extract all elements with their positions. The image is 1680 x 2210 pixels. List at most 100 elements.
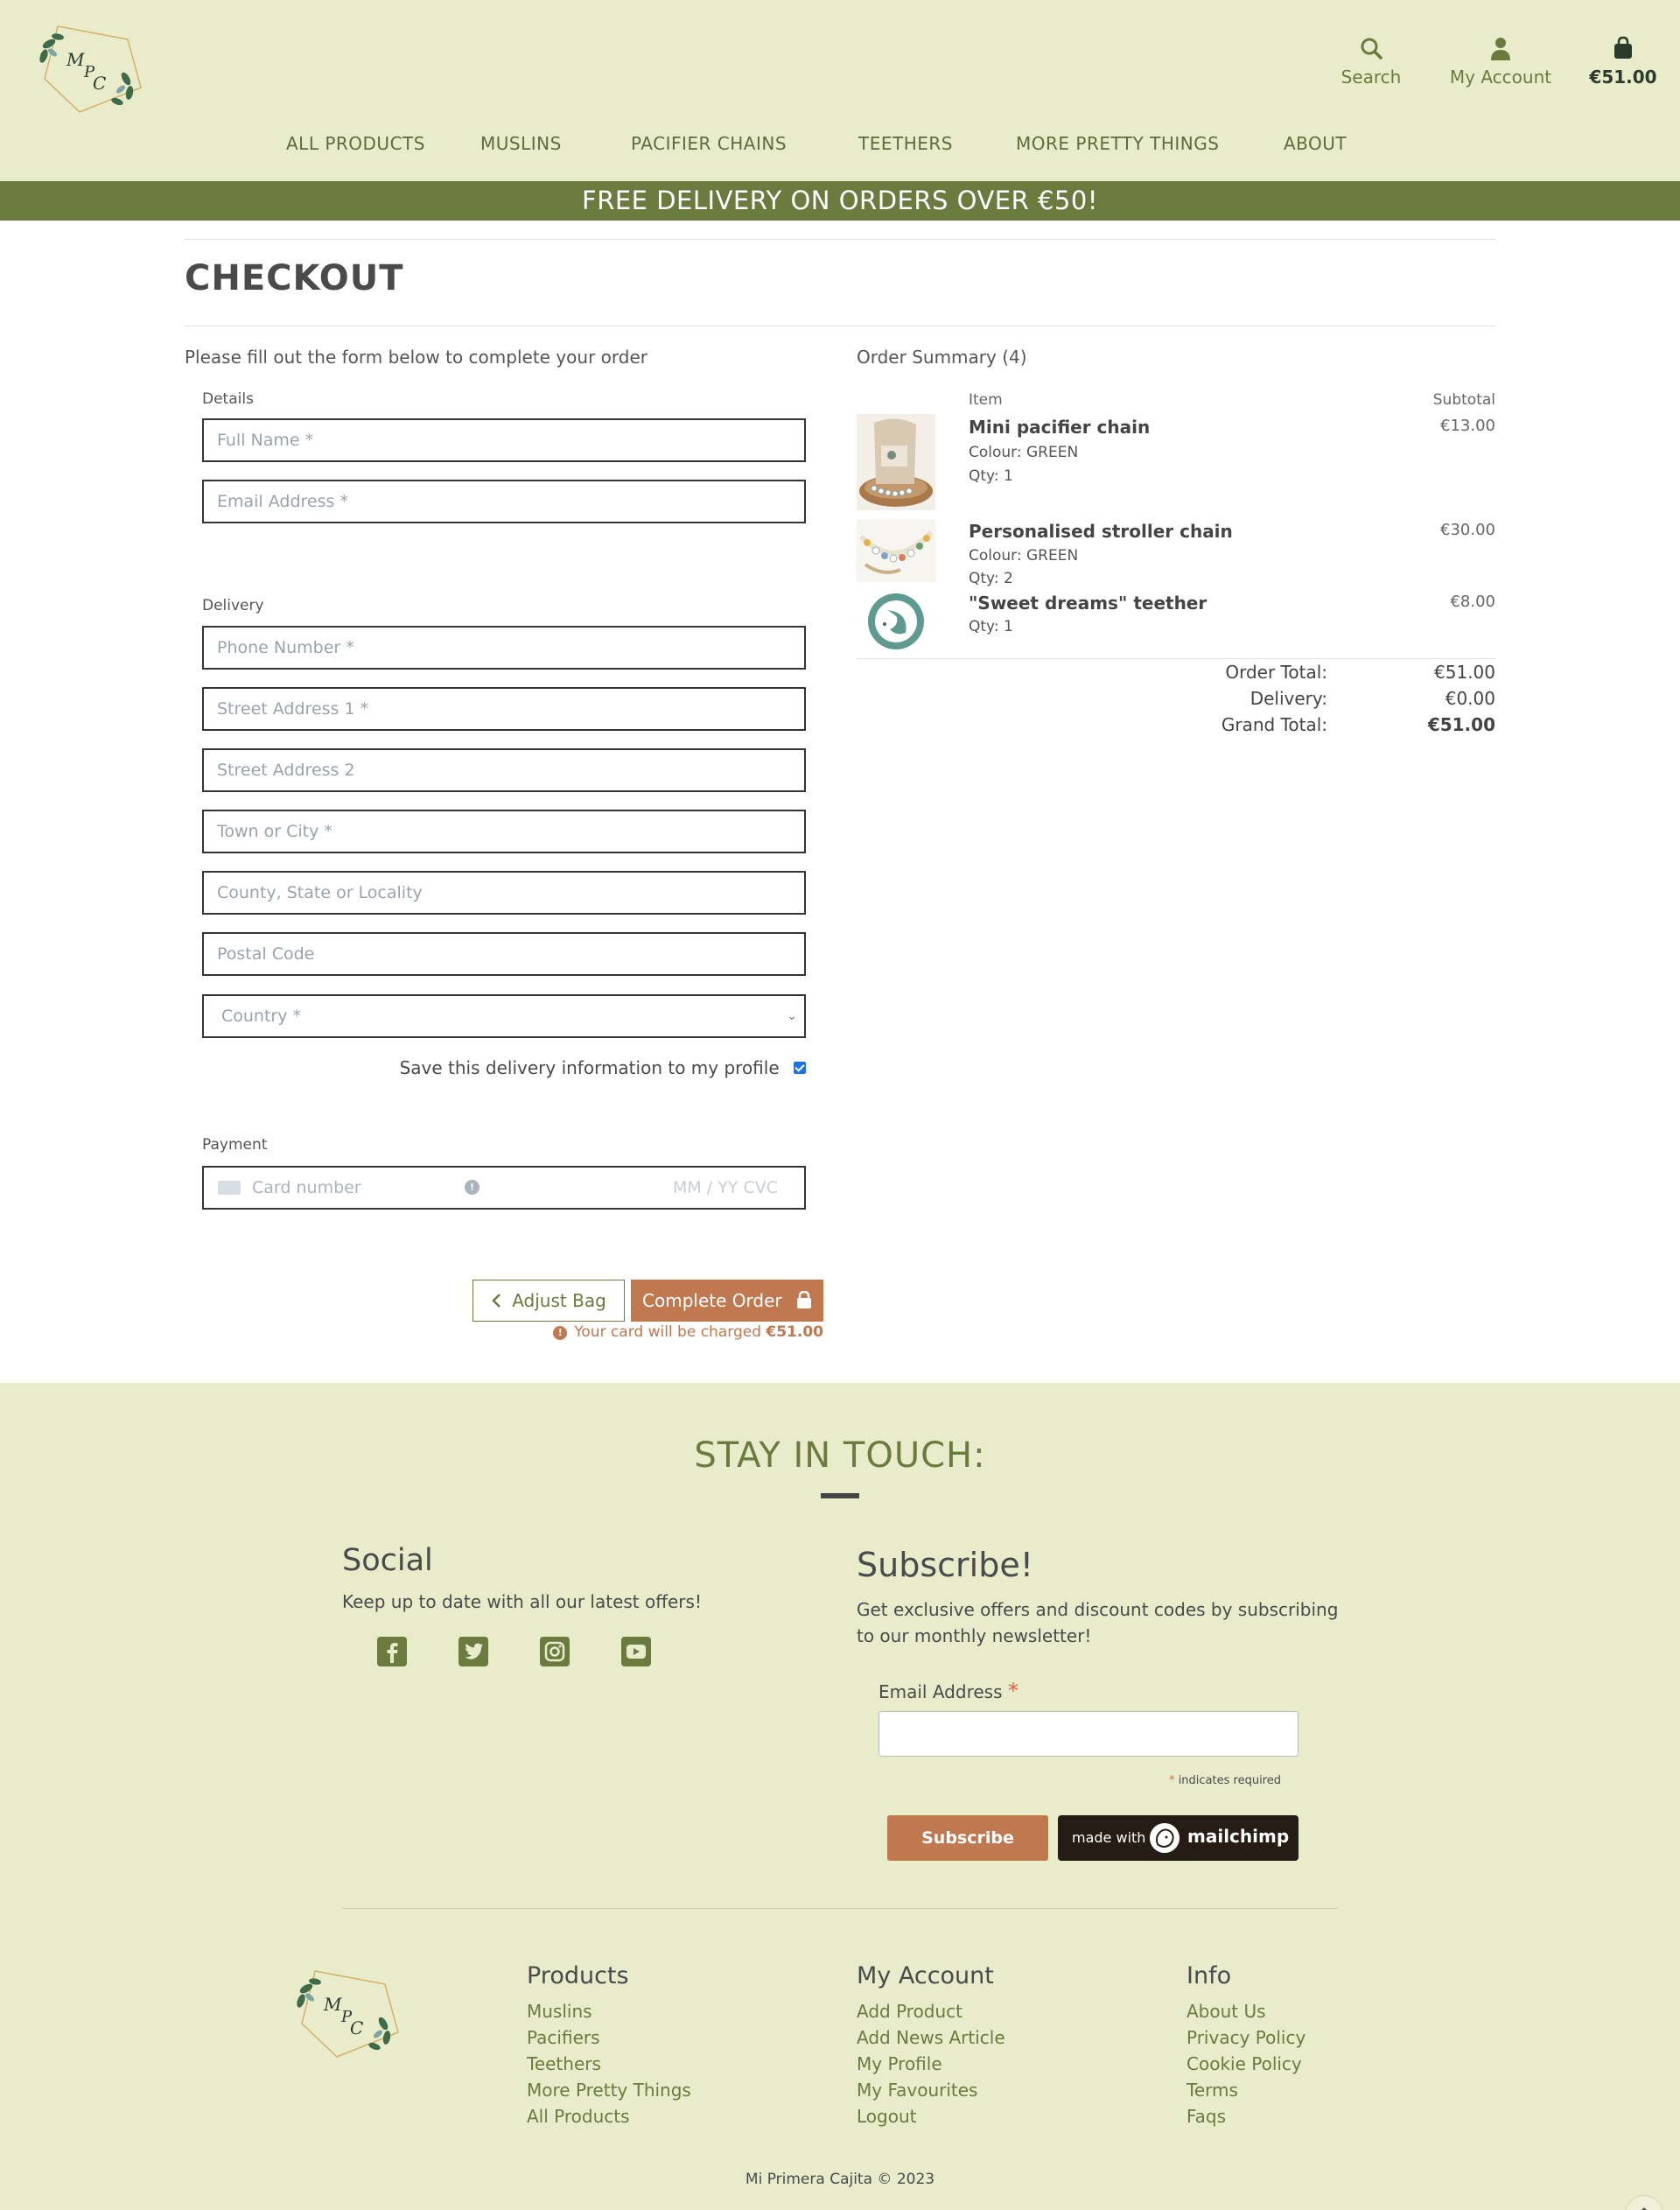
delivery-label: Delivery [202,597,264,614]
footer-link-cookie-policy[interactable]: Cookie Policy [1186,2053,1302,2074]
item-qty: Qty: 1 [969,467,1013,485]
subscribe-button[interactable]: Subscribe [887,1815,1048,1861]
footer-info-heading: Info [1186,1962,1232,1989]
search-label: Search [1340,67,1402,88]
county-field[interactable]: County, State or Locality [202,871,806,915]
copyright: Mi Primera Cajita © 2023 [745,2171,935,2188]
order-total-value: €51.00 [1434,662,1495,683]
divider [185,239,1495,240]
required-asterisk: * [1169,1774,1175,1787]
delivery-value: €0.00 [1445,688,1495,709]
item-qty: Qty: 1 [969,618,1013,635]
twitter-icon[interactable] [458,1637,488,1666]
youtube-icon[interactable] [621,1637,651,1666]
nav-teethers[interactable]: TEETHERS [858,133,953,154]
newsletter-email-input[interactable] [878,1711,1298,1757]
subscribe-heading: Subscribe! [857,1546,1033,1584]
divider [857,658,1495,659]
grand-total-value: €51.00 [1427,714,1495,735]
footer-logo[interactable]: M P C [289,1962,402,2063]
chevron-left-icon [492,1293,501,1308]
free-delivery-banner: FREE DELIVERY ON ORDERS OVER €50! [0,181,1680,221]
lock-icon [796,1290,811,1308]
footer-link-logout[interactable]: Logout [857,2106,916,2127]
item-name: "Sweet dreams" teether [969,593,1208,614]
nav-muslins[interactable]: MUSLINS [480,133,562,154]
info-icon: ! [553,1326,568,1340]
newsletter-email-label: Email Address * [878,1679,1018,1703]
site-logo[interactable]: M P C [32,18,145,118]
nav-pacifier-chains[interactable]: PACIFIER CHAINS [631,133,787,154]
back-to-top-button[interactable]: ↑ [1625,2195,1663,2210]
footer-link-about-us[interactable]: About Us [1186,2001,1266,2022]
product-image-mini-pacifier-chain[interactable] [857,414,935,510]
required-note-text: indicates required [1178,1774,1281,1787]
product-image-sweet-dreams-teether[interactable] [857,591,935,652]
email-field[interactable]: Email Address * [202,480,806,523]
footer-link-muslins[interactable]: Muslins [527,2001,592,2022]
card-expiry-cvc-placeholder: MM / YY CVC [672,1178,778,1197]
item-colour: Colour: GREEN [969,547,1079,565]
footer-link-my-favourites[interactable]: My Favourites [857,2080,977,2101]
save-info-label: Save this delivery information to my pro… [399,1057,780,1078]
shopping-bag-link[interactable]: €51.00 [1584,35,1662,88]
chevron-down-icon: ⌄ [787,1009,797,1023]
footer-link-add-product[interactable]: Add Product [857,2001,962,2022]
facebook-icon[interactable] [377,1637,407,1666]
item-name: Mini pacifier chain [969,417,1151,438]
footer-link-add-news-article[interactable]: Add News Article [857,2027,1005,2048]
grand-total-label: Grand Total: [1221,714,1327,735]
checkout-intro: Please fill out the form below to comple… [185,347,648,368]
order-total-label: Order Total: [1225,662,1327,683]
subscribe-text: Get exclusive offers and discount codes … [857,1599,1339,1646]
delivery-label: Delivery: [1250,688,1327,709]
footer-link-all-products[interactable]: All Products [527,2106,630,2127]
charge-note-text: Your card will be charged [574,1323,761,1341]
mailchimp-brand: mailchimp [1187,1826,1290,1847]
nav-about[interactable]: ABOUT [1284,133,1347,154]
adjust-bag-label: Adjust Bag [512,1290,606,1311]
adjust-bag-button[interactable]: Adjust Bag [472,1280,625,1322]
required-note: * indicates required [878,1774,1281,1787]
search-icon [1361,38,1382,60]
footer-link-pacifiers[interactable]: Pacifiers [527,2027,600,2048]
credit-card-icon [218,1181,241,1195]
svg-text:C: C [350,2017,363,2038]
street-address-1-field[interactable]: Street Address 1 * [202,687,806,731]
product-image-stroller-chain[interactable] [857,519,935,582]
site-footer: STAY IN TOUCH: Social Keep up to date wi… [0,1383,1680,2210]
subtotal-header: Subtotal [1432,391,1495,409]
my-account-link[interactable]: My Account [1439,35,1562,88]
search-link[interactable]: Search [1332,35,1410,88]
postal-code-field[interactable]: Postal Code [202,932,806,976]
arrow-up-icon: ↑ [1637,2204,1652,2210]
item-price: €30.00 [1440,521,1495,539]
phone-field[interactable]: Phone Number * [202,626,806,670]
instagram-icon[interactable] [540,1637,570,1666]
item-price: €13.00 [1440,417,1495,435]
mailchimp-made-with: made with [1072,1829,1146,1846]
social-heading: Social [342,1543,433,1578]
heading-underline [821,1493,859,1498]
footer-link-more-pretty-things[interactable]: More Pretty Things [527,2080,691,2101]
country-select[interactable]: Country * ⌄ [202,994,806,1038]
card-element[interactable]: Card number ! MM / YY CVC [202,1166,806,1210]
complete-order-button[interactable]: Complete Order [631,1280,823,1322]
nav-all-products[interactable]: ALL PRODUCTS [286,133,425,154]
footer-link-teethers[interactable]: Teethers [527,2053,601,2074]
footer-link-my-profile[interactable]: My Profile [857,2053,942,2074]
full-name-field[interactable]: Full Name * [202,418,806,462]
footer-link-terms[interactable]: Terms [1186,2080,1238,2101]
item-name: Personalised stroller chain [969,521,1233,542]
footer-link-privacy-policy[interactable]: Privacy Policy [1186,2027,1306,2048]
shopping-bag-icon [1614,36,1632,59]
footer-products-heading: Products [527,1962,629,1989]
payment-label: Payment [202,1136,268,1154]
svg-text:M: M [66,49,85,70]
street-address-2-field[interactable]: Street Address 2 [202,748,806,792]
mailchimp-badge[interactable]: made with mailchimp [1058,1815,1298,1861]
footer-link-faqs[interactable]: Faqs [1186,2106,1226,2127]
town-city-field[interactable]: Town or City * [202,810,806,853]
nav-more-pretty-things[interactable]: MORE PRETTY THINGS [1016,133,1219,154]
save-info-checkbox[interactable] [794,1061,806,1074]
